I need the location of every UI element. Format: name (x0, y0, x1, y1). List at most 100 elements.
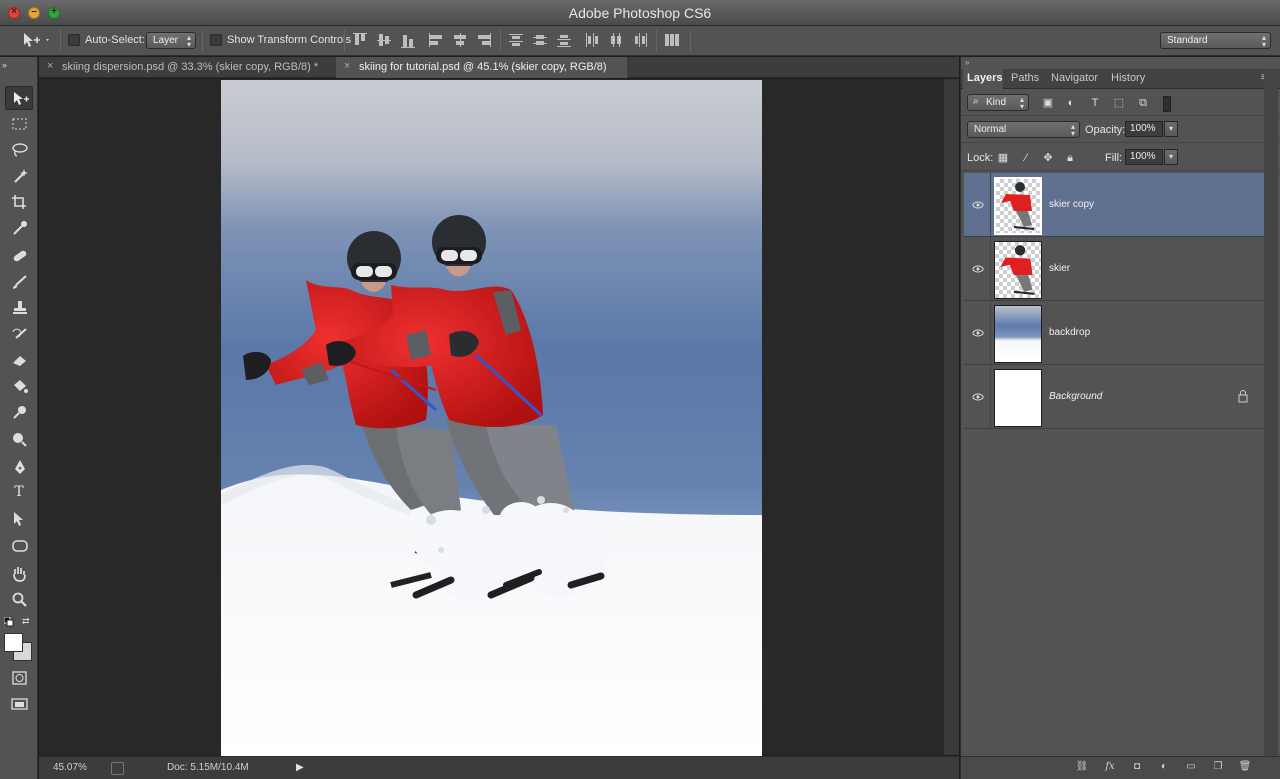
visibility-eye-icon[interactable] (972, 199, 984, 211)
distribute-right-icon[interactable] (632, 32, 648, 48)
layer-style-fx-icon[interactable]: fx (1102, 761, 1118, 775)
foreground-color-swatch[interactable] (4, 633, 23, 652)
align-vertical-centers-icon[interactable] (376, 32, 392, 48)
layer-name[interactable]: skier (1049, 263, 1070, 274)
magic-wand-tool[interactable] (5, 164, 33, 188)
document-tab-skiing-for-tutorial[interactable]: × skiing for tutorial.psd @ 45.1% (skier… (336, 57, 627, 78)
new-group-folder-icon[interactable]: ▭ (1183, 761, 1199, 775)
show-transform-checkbox[interactable] (210, 34, 222, 46)
delete-layer-trash-icon[interactable]: 🗑︎ (1237, 761, 1253, 775)
lasso-tool[interactable] (5, 138, 33, 162)
document-canvas[interactable] (221, 80, 762, 756)
layer-name[interactable]: Background (1049, 391, 1102, 402)
dropdown-arrows-icon: ▴ ▾ (1261, 33, 1266, 49)
tabbar-collapse-icon[interactable]: » (2, 60, 7, 70)
workspace-switcher[interactable]: Standard ▴ ▾ (1160, 32, 1271, 49)
auto-align-layers-icon[interactable] (664, 32, 680, 48)
layer-name[interactable]: skier copy (1049, 199, 1094, 210)
healing-brush-tool[interactable] (5, 244, 33, 268)
document-tab-skiing-dispersion[interactable]: × skiing dispersion.psd @ 33.3% (skier c… (39, 57, 336, 78)
zoom-tool[interactable] (5, 588, 33, 612)
link-layers-icon[interactable]: ⛓ (1074, 761, 1090, 775)
distribute-left-icon[interactable] (584, 32, 600, 48)
eraser-tool[interactable] (5, 348, 33, 372)
dock-collapse-icon[interactable]: » (965, 58, 969, 67)
lock-transparent-icon[interactable]: ▦ (996, 151, 1010, 165)
type-tool[interactable]: T (5, 481, 33, 505)
add-mask-icon[interactable]: ◘ (1129, 761, 1145, 775)
canvas-vertical-scrollbar[interactable] (944, 79, 959, 755)
align-horizontal-centers-icon[interactable] (452, 32, 468, 48)
lock-image-brush-icon[interactable]: ⁄ (1019, 151, 1033, 165)
visibility-eye-icon[interactable] (972, 327, 984, 339)
align-right-edges-icon[interactable] (476, 32, 492, 48)
distribute-bottom-icon[interactable] (556, 32, 572, 48)
panel-scrollbar[interactable] (1264, 70, 1278, 756)
filter-smart-object-icon[interactable]: ⧉ (1136, 96, 1150, 110)
filter-adjustment-icon[interactable]: ◐ (1064, 96, 1078, 110)
dodge-tool[interactable] (5, 400, 33, 424)
lock-all-icon[interactable]: 🔒︎ (1063, 151, 1077, 165)
close-tab-icon[interactable]: × (47, 60, 53, 72)
clone-stamp-tool[interactable] (5, 296, 33, 320)
align-bottom-edges-icon[interactable] (400, 32, 416, 48)
distribute-top-icon[interactable] (508, 32, 524, 48)
fill-slider-button[interactable]: ▾ (1164, 149, 1178, 165)
history-brush-tool[interactable] (5, 322, 33, 346)
marquee-tool[interactable] (5, 112, 33, 136)
paint-bucket-tool[interactable] (5, 374, 33, 398)
quick-mask-button[interactable] (5, 666, 33, 690)
move-tool[interactable] (5, 86, 33, 110)
tab-paths[interactable]: Paths (1007, 72, 1043, 84)
filter-shape-icon[interactable]: ⬚ (1112, 96, 1126, 110)
filter-kind-dropdown[interactable]: ⌕ Kind ▴ ▾ (967, 94, 1029, 111)
shape-tool[interactable] (5, 534, 33, 558)
hand-tool[interactable] (5, 562, 33, 586)
path-selection-icon (14, 512, 23, 526)
layer-row-skier[interactable]: skier (964, 237, 1264, 301)
layer-row-background[interactable]: Background (964, 365, 1264, 429)
fill-input[interactable]: 100% (1125, 149, 1163, 165)
adjustment-layer-icon[interactable]: ◐ (1156, 761, 1172, 775)
filter-toggle-switch[interactable] (1163, 96, 1171, 112)
layer-row-skier-copy[interactable]: skier copy (964, 173, 1264, 237)
close-tab-icon[interactable]: × (344, 60, 350, 72)
new-layer-icon[interactable]: ❐ (1210, 761, 1226, 775)
tool-preset-picker[interactable] (20, 31, 56, 51)
lock-position-icon[interactable]: ✥ (1041, 151, 1055, 165)
screen-mode-button[interactable] (5, 692, 33, 716)
filter-type-icon[interactable]: T (1088, 96, 1102, 110)
rectangular-marquee-icon (12, 118, 27, 130)
opacity-slider-button[interactable]: ▾ (1164, 121, 1178, 137)
default-colors-icon[interactable] (3, 616, 14, 627)
blend-mode-value: Normal (974, 124, 1007, 135)
layer-name[interactable]: backdrop (1049, 327, 1090, 338)
swap-colors-icon[interactable]: ⇄ (22, 616, 32, 626)
tab-navigator[interactable]: Navigator (1047, 72, 1102, 84)
opacity-input[interactable]: 100% (1125, 121, 1163, 137)
document-profile-icon[interactable] (111, 762, 124, 775)
distribute-vertical-centers-icon[interactable] (532, 32, 548, 48)
align-left-edges-icon[interactable] (428, 32, 444, 48)
visibility-eye-icon[interactable] (972, 391, 984, 403)
brush-tool[interactable] (5, 270, 33, 294)
zoom-blur-tool[interactable] (5, 427, 33, 451)
pen-tool[interactable] (5, 455, 33, 479)
zoom-level[interactable]: 45.07% (53, 762, 87, 773)
layer-divider (990, 301, 991, 365)
filter-pixel-icon[interactable]: ▣ (1041, 96, 1055, 110)
options-divider (60, 30, 61, 52)
path-selection-tool[interactable] (5, 507, 33, 531)
layer-row-backdrop[interactable]: backdrop (964, 301, 1264, 365)
crop-tool[interactable] (5, 190, 33, 214)
blend-mode-dropdown[interactable]: Normal ▴ ▾ (967, 121, 1080, 138)
tab-layers[interactable]: Layers (963, 69, 1003, 89)
auto-select-dropdown[interactable]: Layer ▴ ▾ (146, 32, 196, 49)
distribute-horizontal-centers-icon[interactable] (608, 32, 624, 48)
visibility-eye-icon[interactable] (972, 263, 984, 275)
align-top-edges-icon[interactable] (352, 32, 368, 48)
eyedropper-tool[interactable] (5, 216, 33, 240)
auto-select-checkbox[interactable] (68, 34, 80, 46)
tab-history[interactable]: History (1107, 72, 1149, 84)
status-menu-arrow-icon[interactable]: ▶ (296, 762, 304, 773)
